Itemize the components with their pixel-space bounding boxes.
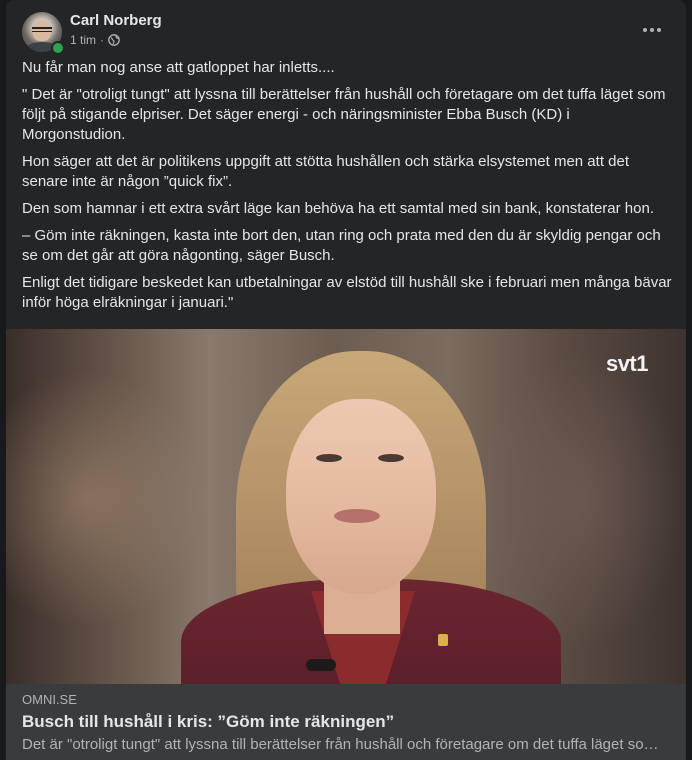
link-domain: OMNI.SE xyxy=(22,692,77,707)
post-meta: 1 tim · xyxy=(70,32,120,48)
microphone xyxy=(306,659,336,671)
background-blur xyxy=(6,369,206,629)
link-description: Det är "otroligt tungt" att lyssna till … xyxy=(22,736,662,753)
person-eye xyxy=(378,454,404,462)
more-horizontal-icon xyxy=(643,28,661,32)
globe-icon[interactable] xyxy=(108,34,120,46)
link-preview-image[interactable]: svt1 xyxy=(6,329,686,684)
link-preview[interactable]: OMNI.SE Busch till hushåll i kris: ”Göm … xyxy=(6,684,686,760)
post-paragraph: Den som hamnar i ett extra svårt läge ka… xyxy=(22,200,654,217)
post-paragraph: Hon säger att det är politikens uppgift … xyxy=(22,153,630,190)
person-face xyxy=(286,399,436,594)
avatar-glasses xyxy=(32,27,52,32)
post-text: Nu får man nog anse att gatloppet har in… xyxy=(22,58,674,320)
post-card: Carl Norberg 1 tim · Nu får man nog anse… xyxy=(6,0,686,760)
flag-pin xyxy=(438,634,448,646)
link-title[interactable]: Busch till hushåll i kris: ”Göm inte räk… xyxy=(22,711,394,733)
author-name[interactable]: Carl Norberg xyxy=(70,12,162,30)
post-paragraph: Nu får man nog anse att gatloppet har in… xyxy=(22,59,335,76)
post-time[interactable]: 1 tim xyxy=(70,32,96,48)
post-header: Carl Norberg 1 tim · xyxy=(22,12,670,55)
post-paragraph: – Göm inte räkningen, kasta inte bort de… xyxy=(22,227,661,264)
post-paragraph: " Det är "otroligt tungt" att lyssna til… xyxy=(22,86,666,143)
channel-logo: svt1 xyxy=(605,351,649,376)
meta-separator: · xyxy=(100,33,105,47)
person-eye xyxy=(316,454,342,462)
person-mouth xyxy=(334,509,380,523)
post-paragraph: Enligt det tidigare beskedet kan utbetal… xyxy=(22,274,672,311)
more-options-button[interactable] xyxy=(634,12,670,48)
online-status-dot xyxy=(51,41,65,55)
